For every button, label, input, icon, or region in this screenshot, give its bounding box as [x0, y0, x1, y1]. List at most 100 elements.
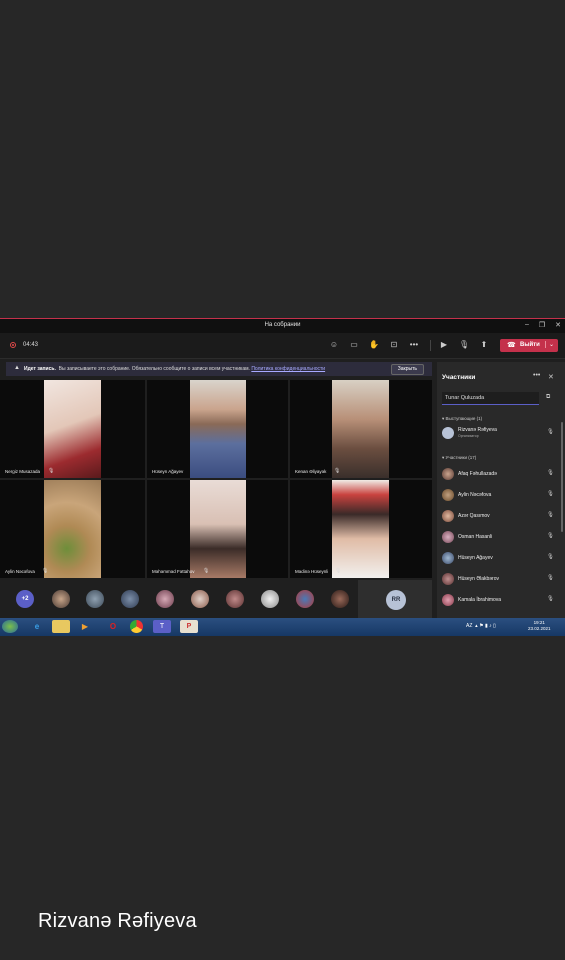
phone-hangup-icon: ☎	[507, 342, 516, 349]
restore-icon[interactable]: ❐	[539, 321, 545, 329]
video-tile[interactable]: Məhəmməd Fəttahov 🎙	[147, 480, 288, 578]
window-controls: – ❐ ✕	[525, 321, 561, 329]
teams-meeting-window: На собрании – ❐ ✕ 04:43 ☺ ▭ ✋ ⊡ ••• ▶ 🎙 …	[0, 318, 565, 636]
participants-panel: Участники ••• ✕ Tunar Quluzada ⧉ ▾ Высту…	[437, 362, 565, 618]
leave-label: Выйти	[520, 342, 540, 348]
privacy-policy-link[interactable]: Политика конфиденциальности	[251, 366, 325, 372]
camera-icon[interactable]: ▶	[439, 340, 449, 350]
mic-off-icon: 🎙	[335, 568, 342, 574]
share-screen-icon[interactable]: ⬆	[479, 340, 489, 350]
mic-off-icon: 🎙	[547, 596, 554, 602]
attendee-name: Afaq Fəhullazadə	[458, 471, 497, 477]
start-button[interactable]	[2, 620, 18, 633]
video-feed	[190, 480, 246, 578]
taskbar-clock[interactable]: 19:21 23.02.2021	[528, 620, 551, 632]
window-title: На собрании	[264, 322, 301, 328]
caption-name: Rizvanə Rəfiyeva	[38, 910, 197, 932]
participant-avatar[interactable]	[296, 590, 314, 608]
video-tile[interactable]: Aylin Nəcəfova 🎙	[0, 480, 145, 578]
presenter-name: Rizvanə Rəfiyeva	[458, 427, 497, 433]
attendee-item[interactable]: Osman Hasanli 🎙	[442, 530, 554, 544]
presenter-item[interactable]: Rizvanə Rəfiyeva Организатор 🎙	[442, 426, 554, 440]
attendee-item[interactable]: Azər Qasımov 🎙	[442, 509, 554, 523]
mic-off-icon: 🎙	[48, 468, 55, 474]
attendees-header[interactable]: ▾ Участники (17)	[442, 455, 476, 461]
close-icon[interactable]: ✕	[555, 321, 561, 329]
participant-avatar[interactable]	[156, 590, 174, 608]
meeting-toolbar: 04:43 ☺ ▭ ✋ ⊡ ••• ▶ 🎙 ⬆ ☎ Выйти ⌄	[0, 333, 565, 359]
attendee-item[interactable]: Hüseyn Əlakbərov 🎙	[442, 572, 554, 586]
video-tile[interactable]: Kenan Əliyayək 🎙	[290, 380, 432, 478]
attendee-item[interactable]: Afaq Fəhullazadə 🎙	[442, 467, 554, 481]
participant-avatar[interactable]	[121, 590, 139, 608]
video-tile[interactable]: Mədinə Hüseynli 🎙	[290, 480, 432, 578]
system-tray: AZ ▴ ⚑ ▮ ♪ ▯	[466, 623, 496, 629]
mic-off-icon: 🎙	[547, 575, 554, 581]
participant-avatar[interactable]	[331, 590, 349, 608]
participants-icon[interactable]: ☺	[329, 340, 339, 350]
presenters-header[interactable]: ▾ Выступающие (1)	[442, 416, 482, 422]
minimize-icon[interactable]: –	[525, 321, 529, 329]
share-invite-icon[interactable]: ⧉	[546, 394, 550, 401]
avatar	[442, 468, 454, 480]
media-player-icon[interactable]: ▶	[76, 620, 94, 633]
mic-icon: 🎙	[547, 554, 554, 560]
meeting-timer: 04:43	[23, 342, 39, 348]
attendee-item[interactable]: Aylin Nəcəfova 🎙	[442, 488, 554, 502]
leave-button[interactable]: ☎ Выйти ⌄	[500, 339, 558, 352]
warning-icon: ▲	[14, 365, 20, 371]
chrome-icon[interactable]	[130, 620, 143, 633]
teams-icon[interactable]: T	[153, 620, 171, 633]
avatar	[442, 573, 454, 585]
self-initials-avatar: RR	[386, 590, 406, 610]
more-participants-button[interactable]: +2	[16, 590, 34, 608]
panel-close-icon[interactable]: ✕	[548, 373, 554, 381]
participant-avatar[interactable]	[191, 590, 209, 608]
video-tile[interactable]: Nergiz Musazada 🎙	[0, 380, 145, 478]
recording-banner: ▲ Идет запись. Вы записываете это собран…	[6, 362, 432, 376]
attendee-name: Hüseyn Əlakbərov	[458, 576, 500, 582]
attendee-name: Kamala İbrahimova	[458, 597, 502, 603]
toolbar-separator	[430, 340, 431, 351]
opera-icon[interactable]: O	[104, 620, 122, 633]
mic-off-icon: 🎙	[547, 491, 554, 497]
search-value: Tunar Quluzada	[445, 395, 485, 401]
avatar	[442, 427, 454, 439]
participant-dock: +2 RR	[0, 580, 432, 620]
presenters-header-label: Выступающие (1)	[445, 416, 483, 421]
panel-scrollbar[interactable]	[561, 422, 563, 532]
participant-avatar[interactable]	[52, 590, 70, 608]
panel-more-icon[interactable]: •••	[533, 372, 540, 379]
microphone-icon[interactable]: 🎙	[459, 340, 469, 350]
attendee-item[interactable]: Kamala İbrahimova 🎙	[442, 593, 554, 607]
mic-off-icon: 🎙	[547, 470, 554, 476]
participant-search-input[interactable]: Tunar Quluzada	[442, 392, 539, 405]
keyboard-language[interactable]: AZ	[466, 623, 472, 629]
avatar	[442, 552, 454, 564]
attendees-header-label: Участники (17)	[445, 455, 477, 460]
more-actions-icon[interactable]: •••	[409, 340, 419, 350]
video-feed	[332, 480, 389, 578]
internet-explorer-icon[interactable]: e	[28, 620, 46, 633]
video-tile[interactable]: Hüseyn Ağayev	[147, 380, 288, 478]
chevron-down-icon[interactable]: ⌄	[544, 341, 554, 348]
file-explorer-icon[interactable]	[52, 620, 70, 633]
breakout-rooms-icon[interactable]: ⊡	[389, 340, 399, 350]
video-feed	[190, 380, 246, 478]
participant-avatar[interactable]	[261, 590, 279, 608]
participant-name: Nergiz Musazada	[5, 469, 41, 474]
participant-avatar[interactable]	[86, 590, 104, 608]
avatar	[442, 510, 454, 522]
participant-name: Kenan Əliyayək	[295, 469, 327, 474]
banner-message: Вы записываете это собрание. Обязательно…	[58, 366, 250, 372]
attendee-item[interactable]: Hüseyn Ağayev 🎙	[442, 551, 554, 565]
avatar	[442, 489, 454, 501]
powerpoint-icon[interactable]: P	[180, 620, 198, 633]
raise-hand-icon[interactable]: ✋	[369, 340, 379, 350]
chat-icon[interactable]: ▭	[349, 340, 359, 350]
video-feed	[44, 480, 101, 578]
participant-avatar[interactable]	[226, 590, 244, 608]
banner-close-button[interactable]: Закрыть	[390, 364, 424, 375]
attendee-name: Azər Qasımov	[458, 513, 490, 519]
mic-off-icon: 🎙	[334, 468, 341, 474]
